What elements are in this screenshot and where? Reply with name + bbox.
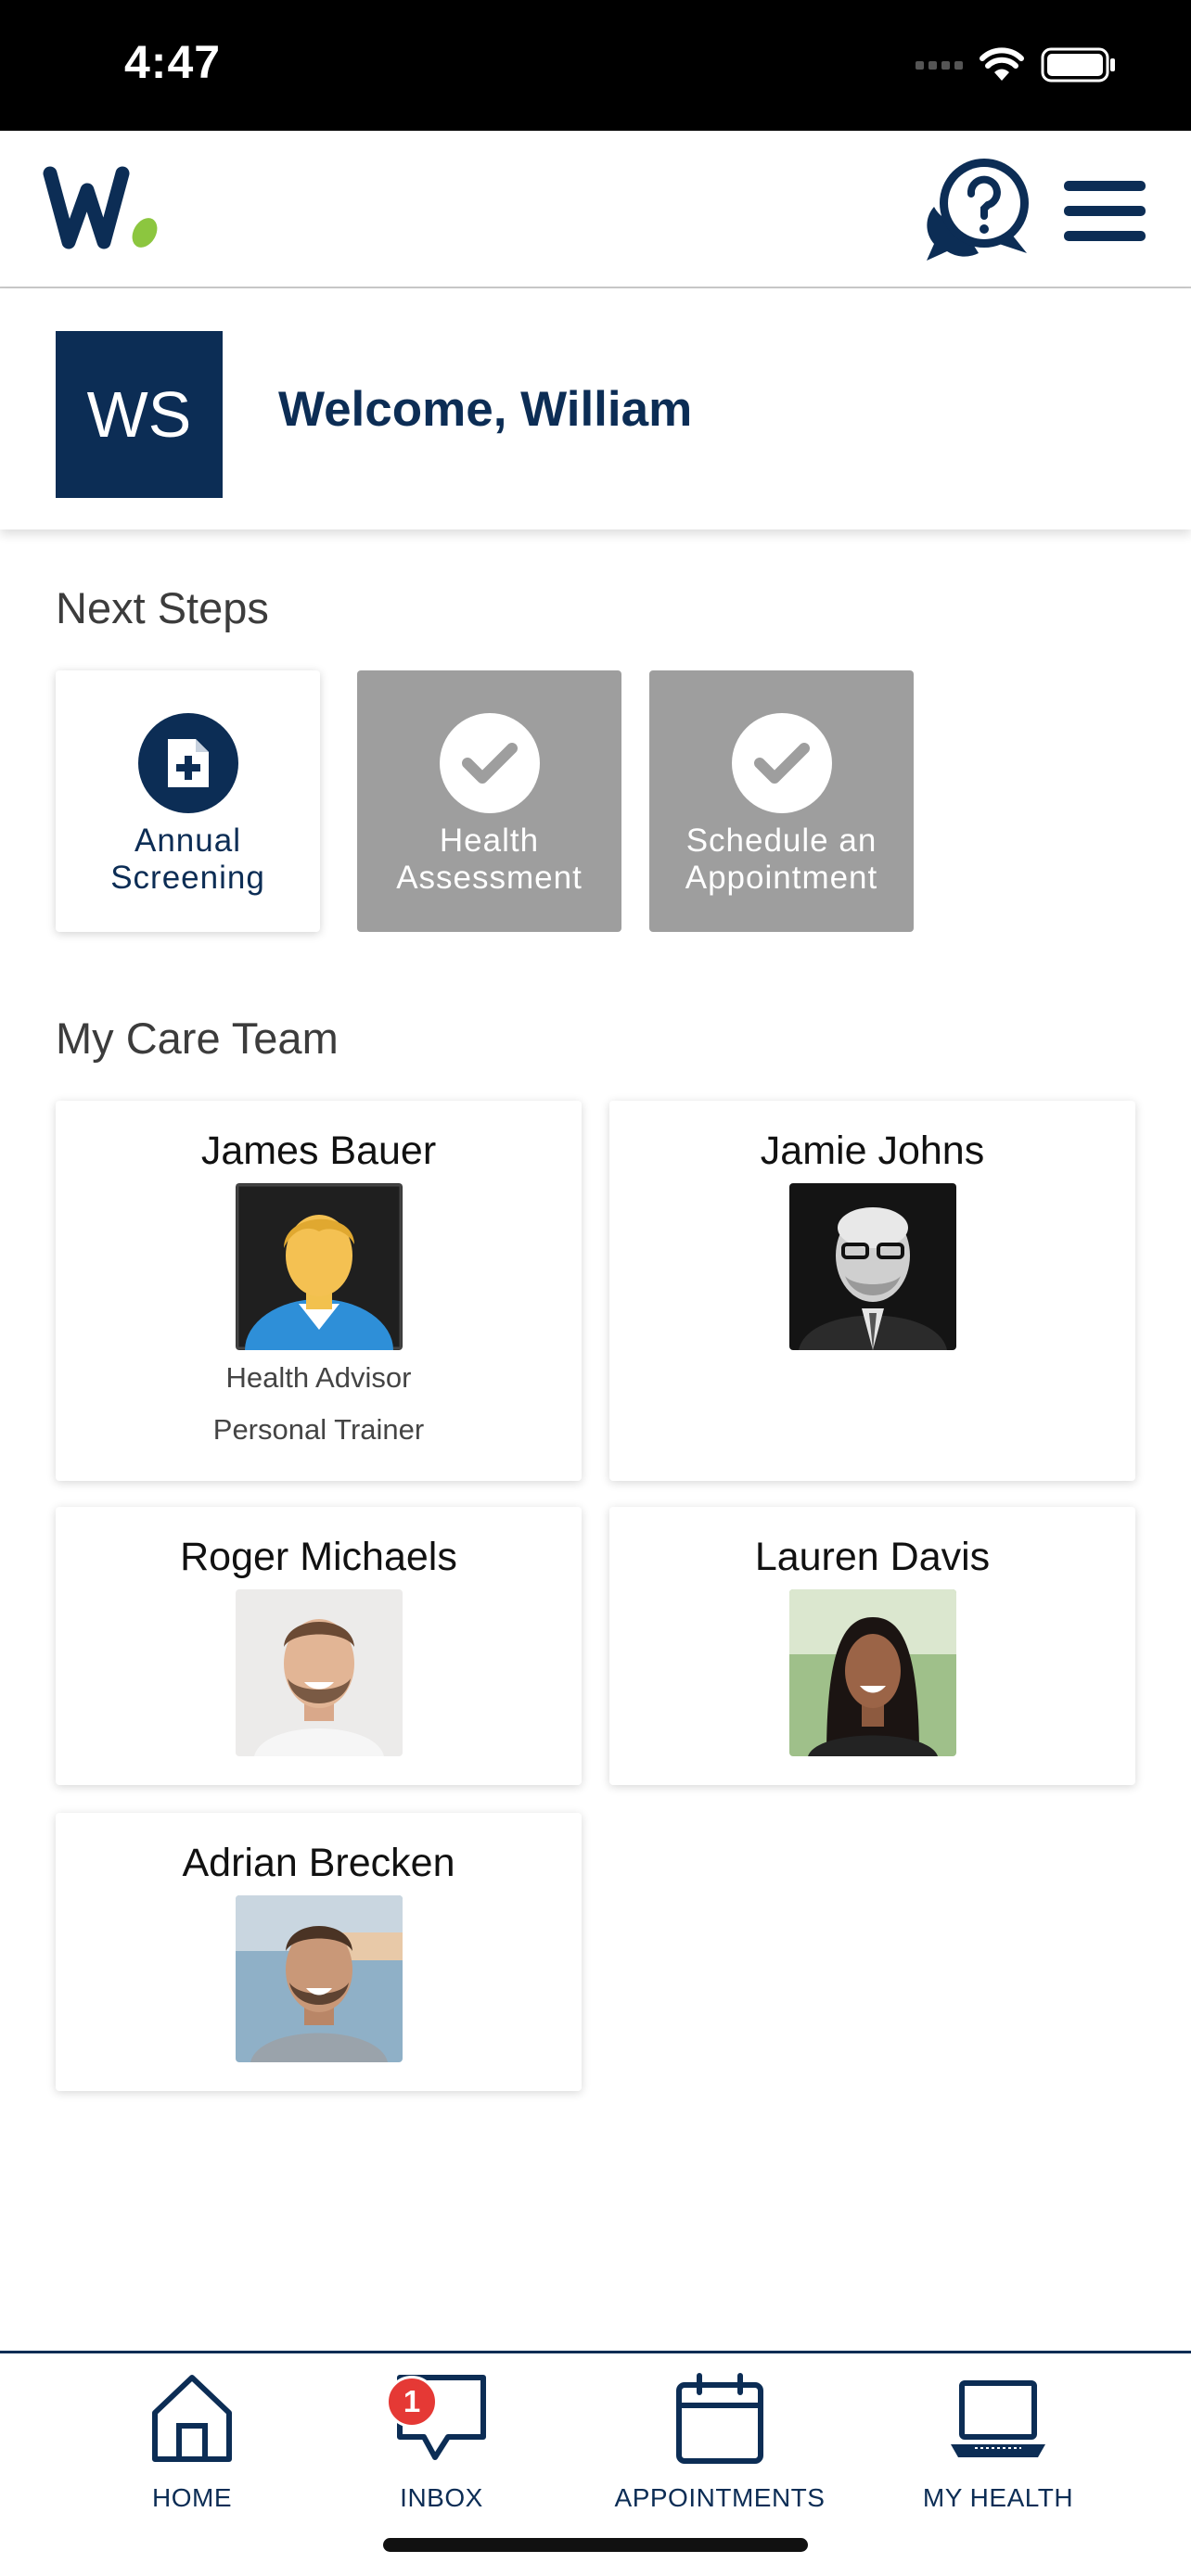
care-team-title: My Care Team xyxy=(56,1014,339,1063)
team-member-photo xyxy=(788,1183,956,1350)
team-member-role: Health Advisor xyxy=(225,1361,412,1394)
tab-inbox[interactable]: 1 INBOX xyxy=(321,2372,562,2513)
team-member-name: Jamie Johns xyxy=(760,1129,985,1173)
tab-label: INBOX xyxy=(400,2483,483,2512)
tab-appointments[interactable]: APPOINTMENTS xyxy=(599,2372,840,2513)
team-member-name: James Bauer xyxy=(200,1129,437,1173)
tab-label: APPOINTMENTS xyxy=(614,2483,826,2512)
team-member-photo xyxy=(788,1589,956,1756)
care-team-card-james-bauer[interactable]: James Bauer Health Advisor Personal Trai… xyxy=(56,1101,582,1481)
tab-label: HOME xyxy=(152,2483,232,2512)
battery-icon xyxy=(1041,47,1115,83)
team-member-role: Personal Trainer xyxy=(212,1413,425,1446)
step-annual-screening[interactable]: Annual Screening xyxy=(56,670,320,932)
welcome-text: Welcome, William xyxy=(278,382,693,437)
laptop-icon xyxy=(951,2380,1045,2457)
step-schedule-appointment[interactable]: Schedule an Appointment xyxy=(649,670,914,932)
app-logo[interactable] xyxy=(43,166,163,256)
step-label: Health Assessment xyxy=(396,823,583,896)
check-icon xyxy=(731,713,832,813)
check-icon xyxy=(439,713,540,813)
care-team-card-adrian-brecken[interactable]: Adrian Brecken xyxy=(56,1813,582,2091)
app-header xyxy=(0,131,1191,288)
home-icon xyxy=(152,2375,232,2462)
step-label: Schedule an Appointment xyxy=(685,823,878,896)
chat-question-icon xyxy=(927,159,1029,261)
team-member-photo xyxy=(235,1589,403,1756)
welcome-banner: WS Welcome, William xyxy=(0,288,1191,529)
team-member-name: Roger Michaels xyxy=(180,1535,457,1579)
home-indicator[interactable] xyxy=(383,2538,808,2552)
step-health-assessment[interactable]: Health Assessment xyxy=(357,670,621,932)
care-team-card-jamie-johns[interactable]: Jamie Johns xyxy=(609,1101,1135,1481)
hamburger-icon xyxy=(1064,181,1146,241)
team-member-photo xyxy=(235,1183,403,1350)
avatar[interactable]: WS xyxy=(56,331,223,498)
care-team-card-roger-michaels[interactable]: Roger Michaels xyxy=(56,1507,582,1785)
document-plus-icon xyxy=(137,713,238,813)
team-member-name: Lauren Davis xyxy=(754,1535,991,1579)
status-bar: 4:47 xyxy=(0,0,1191,131)
tab-my-health[interactable]: MY HEALTH xyxy=(877,2372,1119,2513)
help-chat-button[interactable] xyxy=(923,151,1038,266)
calendar-icon xyxy=(676,2373,763,2464)
wifi-icon xyxy=(980,47,1024,81)
menu-button[interactable] xyxy=(1062,179,1147,244)
team-member-name: Adrian Brecken xyxy=(182,1841,455,1885)
tab-label: MY HEALTH xyxy=(922,2483,1074,2512)
cellular-signal-icon xyxy=(916,60,963,70)
status-icons xyxy=(916,46,1117,83)
status-time: 4:47 xyxy=(124,36,222,88)
step-label: Annual Screening xyxy=(110,823,265,896)
tab-home[interactable]: HOME xyxy=(71,2372,313,2513)
next-steps-title: Next Steps xyxy=(56,583,269,632)
team-member-photo xyxy=(235,1895,403,2062)
care-team-card-lauren-davis[interactable]: Lauren Davis xyxy=(609,1507,1135,1785)
inbox-badge: 1 xyxy=(386,2376,438,2428)
